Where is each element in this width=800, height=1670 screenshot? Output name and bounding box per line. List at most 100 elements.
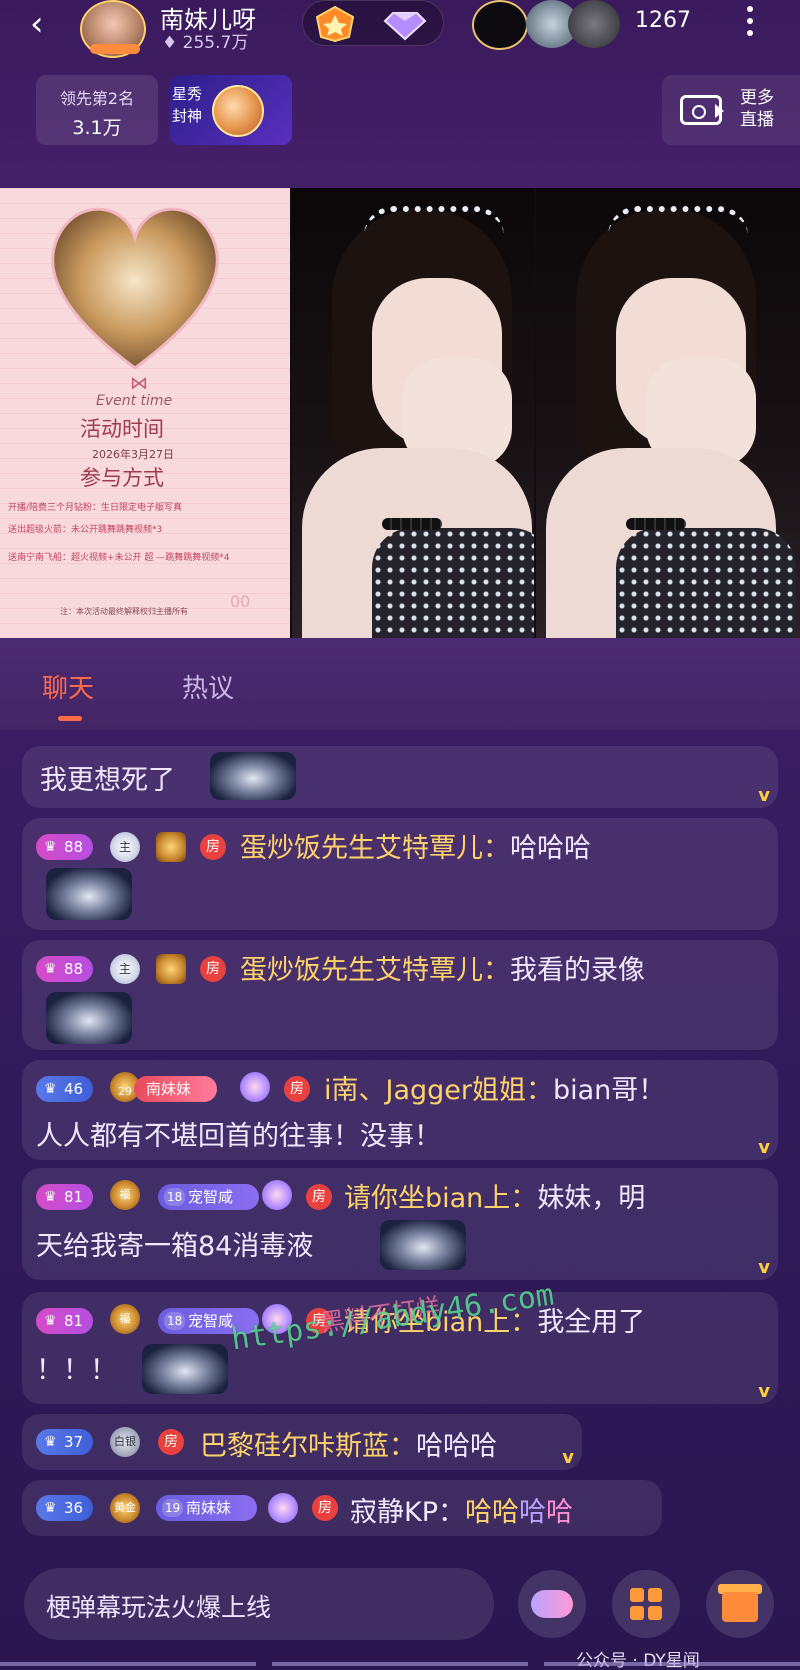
fan-club-name: 宠智咸 bbox=[188, 1312, 234, 1330]
level-badge: 37 bbox=[36, 1429, 94, 1455]
chevron-down-icon[interactable]: v bbox=[758, 785, 770, 806]
rank-label: 领先第2名 bbox=[59, 89, 135, 108]
poster-partial-text: 00 bbox=[230, 592, 251, 611]
user-avatar bbox=[156, 832, 186, 862]
room-badge: 房 bbox=[284, 1076, 310, 1102]
event-poster: ⋈ Event time 活动时间 2026年3月27日 参与方式 开播/陪费三… bbox=[0, 188, 290, 638]
heart-photo-frame bbox=[51, 207, 219, 370]
poster-foot: 注：本次活动最终解释权归主播所有 bbox=[60, 607, 188, 616]
chat-message[interactable]: 88 主 房 蛋炒饭先生艾特覃儿：我看的录像 bbox=[22, 940, 778, 1050]
chat-message[interactable]: 81 福 18宠智咸 房 请你坐bian上：妹妹，明 天给我寄一箱84消毒液 v bbox=[22, 1168, 778, 1280]
fan-club-name: 宠智咸 bbox=[188, 1188, 234, 1206]
chevron-down-icon[interactable]: v bbox=[758, 1381, 770, 1402]
chevron-down-icon[interactable]: v bbox=[758, 1137, 770, 1158]
chat-message[interactable]: 46 29 南妹妹 房 i南、Jagger姐姐：bian哥！ 人人都有不堪回首的… bbox=[22, 1060, 778, 1160]
event-banner[interactable]: 星秀 封神 bbox=[170, 75, 292, 145]
poster-date: 2026年3月27日 bbox=[92, 448, 174, 461]
poster-line: 送南宁南飞船：超火视频+未公开 超 —跳舞跳舞视频*4 bbox=[8, 553, 230, 563]
message-content: 哈哈哈 bbox=[416, 1431, 497, 1462]
chat-message[interactable]: 我更想死了 v bbox=[22, 746, 778, 808]
chevron-down-icon[interactable]: v bbox=[758, 1257, 770, 1278]
poster-heading-time: 活动时间 bbox=[80, 417, 164, 441]
sender-name[interactable]: 巴黎硅尔咔斯蓝： bbox=[200, 1431, 416, 1462]
fan-club-level: 18 bbox=[164, 1188, 186, 1206]
level-badge: 88 bbox=[36, 956, 94, 982]
poster-heading-method: 参与方式 bbox=[80, 466, 164, 490]
top-bar: ‹ 南妹儿呀 ♦ 255.7万 1267 bbox=[0, 0, 800, 60]
active-tab-indicator bbox=[58, 716, 82, 721]
fan-club-level: 18 bbox=[164, 1312, 186, 1330]
sender-name[interactable]: 请你坐bian上： bbox=[344, 1183, 537, 1214]
message-content: bian哥！ bbox=[553, 1075, 666, 1106]
chat-tabs: 聊天 热议 bbox=[0, 638, 800, 730]
room-badge: 房 bbox=[200, 834, 226, 860]
chat-message[interactable]: 88 主 房 蛋炒饭先生艾特覃儿：哈哈哈 bbox=[22, 818, 778, 930]
tab-hot[interactable]: 热议 bbox=[182, 668, 234, 705]
chevron-down-icon[interactable]: v bbox=[562, 1447, 574, 1468]
sender-name[interactable]: i南、Jagger姐姐： bbox=[324, 1075, 553, 1106]
more-live-line2: 直播 bbox=[740, 110, 774, 130]
sender-name[interactable]: 寂静KP： bbox=[350, 1497, 465, 1528]
badge-group[interactable] bbox=[302, 0, 444, 46]
message-content-line2: 天给我寄一箱84消毒液 bbox=[36, 1231, 314, 1262]
sender-name[interactable]: 蛋炒饭先生艾特覃儿： bbox=[240, 955, 510, 986]
poster-line: 送出超级火箭：未公开跳舞跳舞视频*3 bbox=[8, 525, 163, 535]
room-badge: 房 bbox=[312, 1495, 338, 1521]
rank-icon: 主 bbox=[110, 832, 140, 862]
fan-club-badge: 19 南妹妹 bbox=[156, 1495, 258, 1521]
chat-message[interactable]: 37 白银 房 巴黎硅尔咔斯蓝：哈哈哈 v bbox=[22, 1414, 582, 1470]
streamer-video-pane bbox=[536, 188, 800, 638]
message-content: 哈哈哈 bbox=[510, 833, 591, 864]
gift-box bbox=[722, 1592, 758, 1622]
poster-line: 开播/陪费三个月钻粉：生日限定电子版写真 bbox=[8, 503, 183, 513]
gamepad-icon bbox=[531, 1590, 573, 1618]
rank-badge-icon bbox=[315, 5, 355, 43]
user-avatar bbox=[156, 954, 186, 984]
message-content-line2: 人人都有不堪回首的往事！没事！ bbox=[36, 1121, 441, 1152]
more-live-button[interactable]: 更多 直播 bbox=[662, 75, 800, 145]
message-content-line2: ！！！ bbox=[36, 1355, 117, 1386]
level-badge: 36 bbox=[36, 1495, 94, 1521]
rank-value: 3.1万 bbox=[72, 117, 122, 139]
message-content: 我看的录像 bbox=[510, 955, 645, 986]
message-text: i南、Jagger姐姐：bian哥！ bbox=[324, 1068, 665, 1107]
more-features-button[interactable] bbox=[612, 1570, 680, 1638]
video-camera-icon bbox=[680, 95, 724, 125]
rank-icon: 黄金 bbox=[110, 1493, 140, 1523]
viewer-avatar[interactable] bbox=[568, 0, 620, 48]
sender-name[interactable]: 蛋炒饭先生艾特覃儿： bbox=[240, 833, 510, 864]
streamer-video-pane bbox=[292, 188, 534, 638]
rank-box[interactable]: 领先第2名 3.1万 bbox=[36, 75, 158, 145]
message-text: 我更想死了 bbox=[40, 765, 175, 796]
avatar-tag bbox=[90, 44, 140, 54]
rank-icon: 福 bbox=[110, 1304, 140, 1334]
level-badge: 88 bbox=[36, 834, 94, 860]
gift-button[interactable] bbox=[706, 1570, 774, 1638]
mascot-icon bbox=[212, 85, 264, 137]
message-content: 哈哈哈哈 bbox=[465, 1497, 573, 1528]
room-badge: 房 bbox=[200, 956, 226, 982]
message-text: 寂静KP：哈哈哈哈 bbox=[350, 1490, 573, 1529]
rank-icon: 主 bbox=[110, 954, 140, 984]
more-options-icon[interactable] bbox=[735, 0, 765, 44]
streamer-avatar[interactable] bbox=[80, 0, 146, 58]
chat-input[interactable]: 梗弹幕玩法火爆上线 bbox=[24, 1568, 494, 1640]
viewer-count[interactable]: 1267 bbox=[635, 8, 691, 33]
tab-chat[interactable]: 聊天 bbox=[42, 668, 94, 705]
viewer-avatar[interactable] bbox=[472, 0, 528, 50]
footer-credit: 公众号 · DY星闻 bbox=[576, 1651, 700, 1670]
home-indicator bbox=[0, 1662, 800, 1666]
poster-script: Event time bbox=[96, 393, 173, 409]
back-arrow-icon[interactable]: ‹ bbox=[30, 4, 70, 44]
diamond-badge-icon bbox=[383, 12, 427, 41]
ribbon-icon: ⋈ bbox=[130, 373, 148, 394]
game-button[interactable] bbox=[518, 1570, 586, 1638]
fan-club-name: 南妹妹 bbox=[186, 1499, 232, 1517]
sticker-image bbox=[46, 868, 132, 920]
sticker-image bbox=[142, 1344, 228, 1394]
chat-message[interactable]: 36 黄金 19南妹妹 房 寂静KP：哈哈哈哈 bbox=[22, 1480, 662, 1536]
message-text: 蛋炒饭先生艾特覃儿：我看的录像 bbox=[240, 948, 645, 987]
more-live-line1: 更多 bbox=[740, 88, 774, 108]
live-video[interactable]: ⋈ Event time 活动时间 2026年3月27日 参与方式 开播/陪费三… bbox=[0, 188, 800, 638]
message-text: 蛋炒饭先生艾特覃儿：哈哈哈 bbox=[240, 826, 591, 865]
